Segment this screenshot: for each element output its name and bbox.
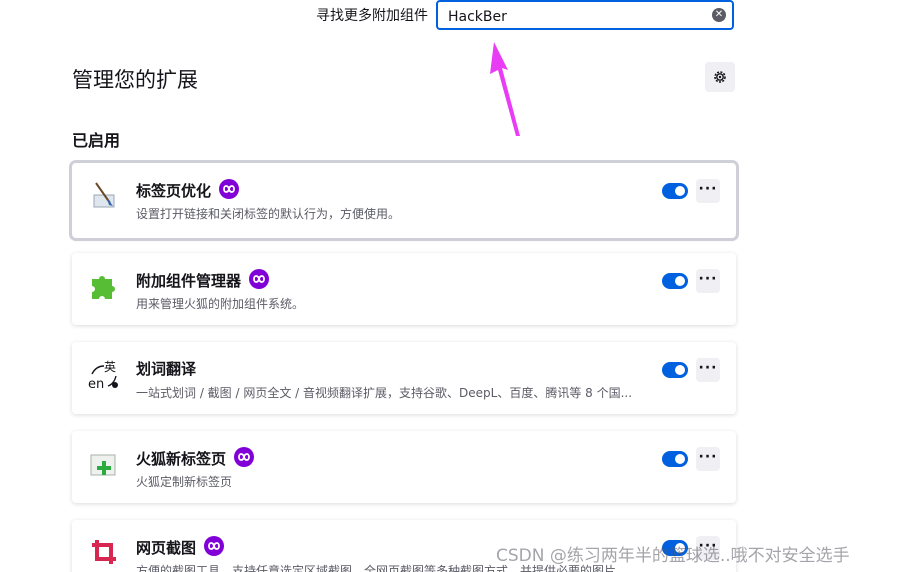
extension-name: 标签页优化 [136,179,240,201]
addons-manager-page: 寻找更多附加组件 ✕ 管理您的扩展 已启用 标签页优化 设置打开链接和关闭标签的… [0,0,914,572]
svg-text:英: 英 [104,360,116,374]
enable-toggle[interactable] [662,451,688,467]
extension-card[interactable]: 标签页优化 设置打开链接和关闭标签的默认行为，方便使用。 ··· [72,163,736,238]
section-title-enabled: 已启用 [72,131,121,150]
extension-description: 设置打开链接和关闭标签的默认行为，方便使用。 [136,207,401,221]
puzzle-icon [92,276,115,299]
enable-toggle[interactable] [662,273,688,289]
watermark: CSDN @练习两年半的篮球选..哦不对安全选手 [496,546,850,566]
extension-description: 火狐定制新标签页 [136,475,233,489]
extension-name: 附加组件管理器 [136,269,270,291]
more-options-button[interactable]: ··· [696,358,720,382]
search-input[interactable] [446,5,710,29]
extension-card[interactable]: 火狐新标签页 火狐定制新标签页 ··· [72,431,736,503]
recommended-badge-icon [249,269,270,289]
more-options-button[interactable]: ··· [696,447,720,471]
more-options-button[interactable]: ··· [696,269,720,293]
enable-toggle[interactable] [662,362,688,378]
extension-description: 一站式划词 / 截图 / 网页全文 / 音视频翻译扩展，支持谷歌、DeepL、百… [136,386,633,400]
enable-toggle[interactable] [662,183,688,199]
new-tab-icon [90,454,116,476]
paintbrush-icon [93,182,115,208]
svg-text:en: en [88,377,104,390]
recommended-badge-icon [219,179,240,199]
more-options-button[interactable]: ··· [696,179,720,203]
extension-card[interactable]: 英 en 划词翻译 一站式划词 / 截图 / 网页全文 / 音视频翻译扩展，支持… [72,342,736,414]
search-label: 寻找更多附加组件 [316,8,428,24]
translate-icon: 英 en [88,360,118,390]
extension-description: 用来管理火狐的附加组件系统。 [136,297,305,311]
clear-search-icon[interactable]: ✕ [712,8,726,22]
extension-name: 划词翻译 [136,360,197,378]
extension-name: 火狐新标签页 [136,447,255,469]
extension-card[interactable]: 附加组件管理器 用来管理火狐的附加组件系统。 ··· [72,253,736,325]
recommended-badge-icon [204,536,225,556]
settings-button[interactable] [705,62,735,92]
recommended-badge-icon [234,447,255,467]
crop-icon [92,540,116,564]
gear-icon [714,71,726,83]
annotation-arrow-icon [490,42,520,136]
extension-name: 网页截图 [136,536,225,558]
page-title: 管理您的扩展 [72,68,198,92]
search-box[interactable]: ✕ [436,0,734,30]
